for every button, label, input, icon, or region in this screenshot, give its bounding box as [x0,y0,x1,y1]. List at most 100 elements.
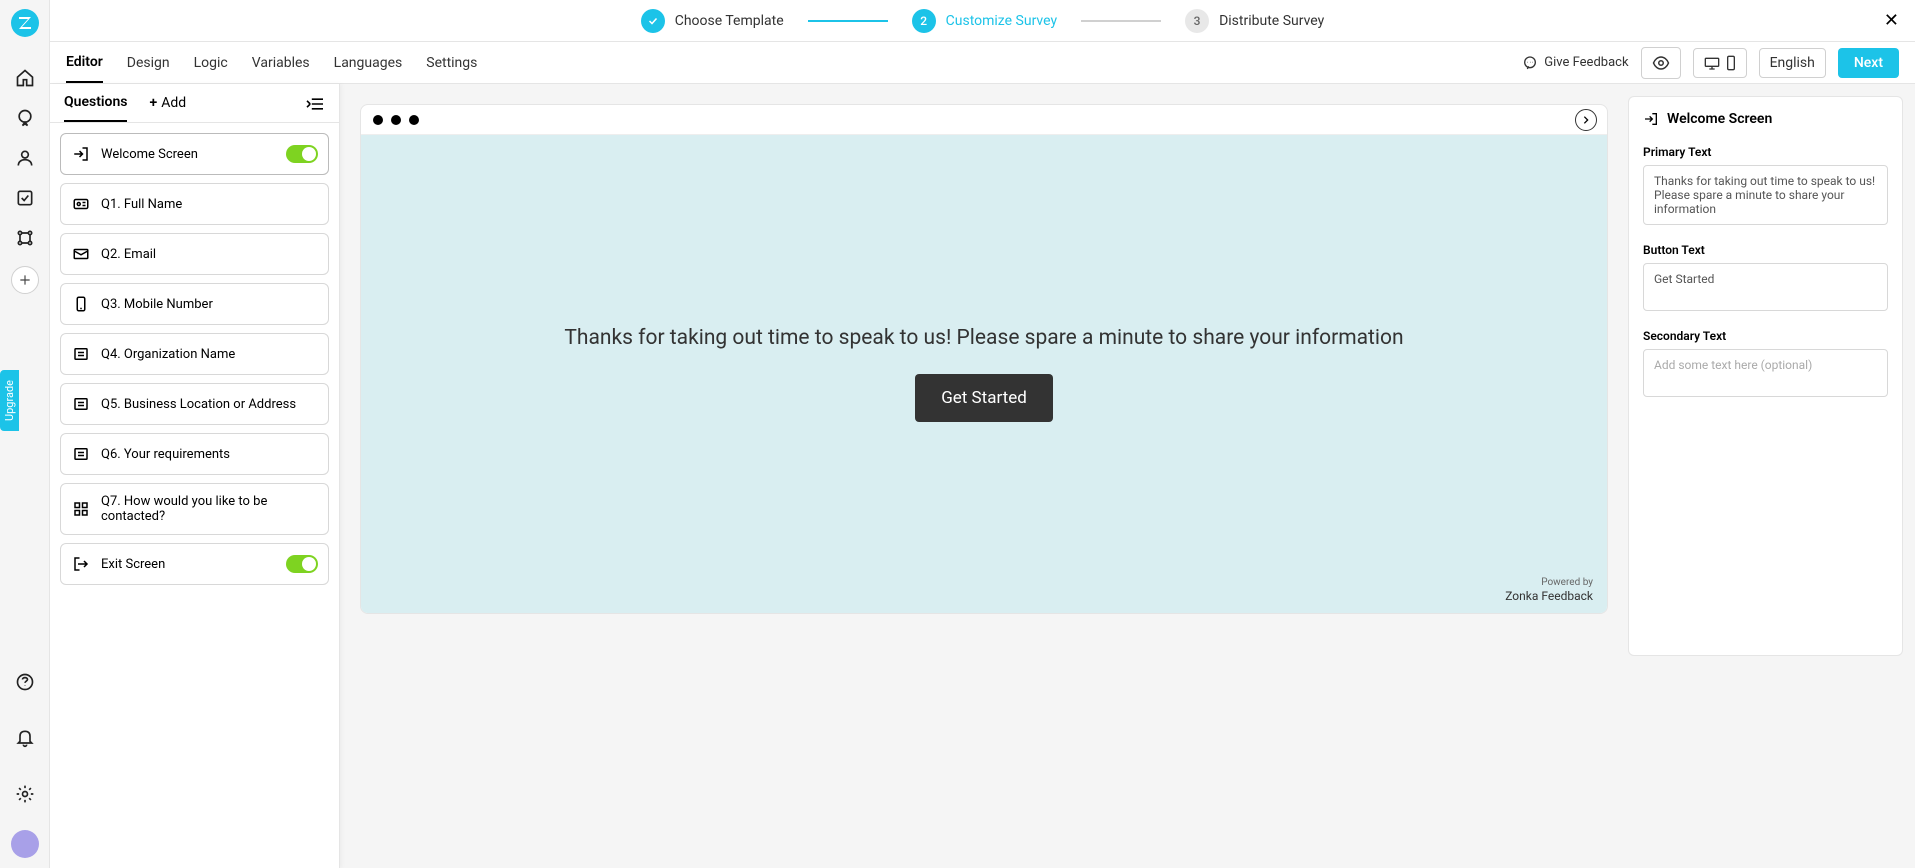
conversations-icon[interactable] [13,106,37,130]
question-label: Q4. Organization Name [101,347,235,362]
help-icon[interactable] [13,670,37,694]
welcome-text: Thanks for taking out time to speak to u… [564,326,1403,350]
primary-text-label: Primary Text [1643,145,1888,159]
exit-icon [71,554,91,574]
preview-button[interactable] [1641,47,1681,79]
give-feedback-label: Give Feedback [1544,55,1628,70]
tab-logic[interactable]: Logic [194,44,228,82]
enter-icon [1643,111,1659,127]
grid-icon [71,499,91,519]
step-1-label: Choose Template [675,13,784,29]
question-label: Q1. Full Name [101,197,182,212]
enter-icon [71,144,91,164]
tasks-icon[interactable] [13,186,37,210]
panel-title: Welcome Screen [1667,111,1772,127]
text-icon [71,344,91,364]
tab-variables[interactable]: Variables [252,44,310,82]
step-2-label: Customize Survey [946,13,1057,29]
step-2[interactable]: 2 Customize Survey [912,9,1057,33]
add-button[interactable] [11,266,39,294]
check-icon [641,9,665,33]
contacts-icon[interactable] [13,146,37,170]
tab-settings[interactable]: Settings [426,44,477,82]
question-item[interactable]: Q4. Organization Name [60,333,329,375]
powered-by: Powered by Zonka Feedback [1505,577,1593,603]
question-label: Welcome Screen [101,147,198,162]
canvas-header [361,105,1607,135]
language-selector[interactable]: English [1759,48,1826,78]
questions-sidebar: Questions +Add Welcome Screen Q1. Full Na… [50,84,340,868]
question-item[interactable]: Exit Screen [60,543,329,585]
close-icon[interactable]: ✕ [1884,10,1899,31]
give-feedback-button[interactable]: Give Feedback [1522,55,1628,71]
text-icon [71,444,91,464]
step-3-number: 3 [1185,9,1209,33]
stepper: Choose Template 2 Customize Survey 3 Dis… [50,0,1915,42]
tab-editor[interactable]: Editor [66,43,103,83]
button-text-label: Button Text [1643,243,1888,257]
settings-icon[interactable] [13,782,37,806]
app-logo[interactable] [8,6,42,40]
sidebar-add-label: Add [161,95,186,111]
collapse-icon[interactable] [305,96,325,120]
tab-design[interactable]: Design [127,44,170,82]
get-started-button[interactable]: Get Started [915,374,1053,422]
device-toggle[interactable] [1693,48,1747,78]
properties-panel: Welcome Screen Primary Text Thanks for t… [1628,96,1903,656]
chat-icon [1522,55,1538,71]
user-avatar[interactable] [11,830,39,858]
powered-small: Powered by [1505,577,1593,589]
desktop-icon [1704,56,1720,70]
text-icon [71,394,91,414]
phone-icon [71,294,91,314]
mail-icon [71,244,91,264]
question-label: Q2. Email [101,247,156,262]
question-item[interactable]: Q6. Your requirements [60,433,329,475]
question-item[interactable]: Q5. Business Location or Address [60,383,329,425]
question-label: Exit Screen [101,557,165,572]
next-slide-button[interactable] [1575,109,1597,131]
tab-languages[interactable]: Languages [334,44,403,82]
preview-canvas: Thanks for taking out time to speak to u… [360,104,1608,614]
language-label: English [1770,55,1815,71]
left-nav-rail: Upgrade [0,0,50,868]
secondary-text-input[interactable]: Add some text here (optional) [1643,349,1888,397]
toggle-switch[interactable] [286,145,318,163]
step-3[interactable]: 3 Distribute Survey [1185,9,1324,33]
sidebar-tab-add[interactable]: +Add [149,95,186,121]
toggle-switch[interactable] [286,555,318,573]
question-item[interactable]: Q3. Mobile Number [60,283,329,325]
notifications-icon[interactable] [13,726,37,750]
window-dot [391,115,401,125]
question-item[interactable]: Q7. How would you like to be contacted? [60,483,329,535]
plus-icon: + [149,95,157,111]
toolbar: Editor Design Logic Variables Languages … [50,42,1915,84]
window-dot [373,115,383,125]
button-text-input[interactable]: Get Started [1643,263,1888,311]
powered-brand: Zonka Feedback [1505,589,1593,603]
question-item[interactable]: Q2. Email [60,233,329,275]
question-label: Q3. Mobile Number [101,297,213,312]
question-item[interactable]: Q1. Full Name [60,183,329,225]
question-label: Q6. Your requirements [101,447,230,462]
step-2-number: 2 [912,9,936,33]
upgrade-tab[interactable]: Upgrade [0,370,19,431]
eye-icon [1652,54,1670,72]
step-3-label: Distribute Survey [1219,13,1324,29]
window-dot [409,115,419,125]
chevron-right-icon [1581,115,1591,125]
next-button[interactable]: Next [1838,48,1899,78]
home-icon[interactable] [13,66,37,90]
step-connector [1081,20,1161,22]
workflows-icon[interactable] [13,226,37,250]
step-connector [808,20,888,22]
question-label: Q7. How would you like to be contacted? [101,494,318,524]
question-label: Q5. Business Location or Address [101,397,296,412]
step-1[interactable]: Choose Template [641,9,784,33]
sidebar-tab-questions[interactable]: Questions [64,94,127,122]
id-icon [71,194,91,214]
secondary-text-label: Secondary Text [1643,329,1888,343]
question-item[interactable]: Welcome Screen [60,133,329,175]
primary-text-input[interactable]: Thanks for taking out time to speak to u… [1643,165,1888,225]
mobile-icon [1726,55,1736,71]
